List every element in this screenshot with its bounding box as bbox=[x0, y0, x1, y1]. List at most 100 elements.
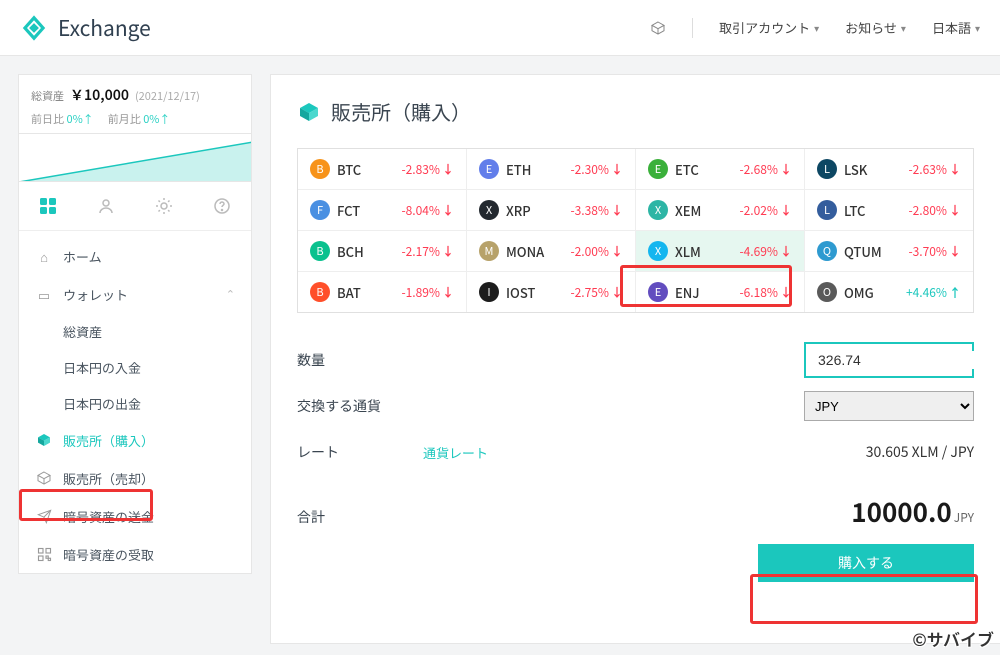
coin-pct: +4.46% ↑ bbox=[906, 284, 961, 301]
coin-pct: -2.30% ↓ bbox=[570, 161, 623, 178]
coin-pct: -4.69% ↓ bbox=[739, 243, 792, 260]
total-value: 10000.0 bbox=[851, 493, 952, 530]
coin-pct: -8.04% ↓ bbox=[401, 202, 454, 219]
summary-graph bbox=[18, 134, 252, 182]
coin-icon: B bbox=[310, 241, 330, 261]
coin-icon: X bbox=[479, 200, 499, 220]
sidebar-item-recv-crypto[interactable]: 暗号資産の受取 bbox=[19, 535, 251, 573]
coin-symbol: BTC bbox=[337, 160, 381, 179]
sidebar-sub-assets[interactable]: 総資産 bbox=[19, 313, 251, 349]
coin-cell-fct[interactable]: F FCT -8.04% ↓ bbox=[298, 190, 467, 231]
cube-outline-icon bbox=[35, 470, 53, 486]
coin-icon: I bbox=[479, 282, 499, 302]
coin-pct: -1.89% ↓ bbox=[401, 284, 454, 301]
coin-icon: M bbox=[479, 241, 499, 261]
lang-menu[interactable]: 日本語▾ bbox=[932, 18, 980, 37]
lang-label: 日本語 bbox=[932, 18, 971, 37]
sidebar-sub-deposit-jpy[interactable]: 日本円の入金 bbox=[19, 349, 251, 385]
cube-icon bbox=[35, 432, 53, 448]
sidebar-item-buy[interactable]: 販売所（購入） bbox=[19, 421, 251, 459]
coin-pct: -2.75% ↓ bbox=[570, 284, 623, 301]
account-label: 取引アカウント bbox=[719, 18, 810, 37]
coin-cell-eth[interactable]: EETH-2.30% ↓ bbox=[467, 149, 636, 190]
summary-label: 総資産 bbox=[31, 88, 64, 104]
qty-field[interactable]: XLM bbox=[804, 342, 974, 378]
chevron-down-icon: ▾ bbox=[814, 20, 819, 35]
coin-pct: -3.38% ↓ bbox=[570, 202, 623, 219]
coin-cell-qtum[interactable]: QQTUM-3.70% ↓ bbox=[805, 231, 973, 272]
coin-icon: F bbox=[310, 200, 330, 220]
sidebar-item-label: ホーム bbox=[63, 247, 102, 266]
tab-help[interactable] bbox=[193, 182, 251, 230]
summary-card: 総資産 ￥10,000 (2021/12/17) 前日比 0%↑ 前月比 0%↑ bbox=[18, 74, 252, 134]
coin-pct: -3.70% ↓ bbox=[908, 243, 961, 260]
coin-cell-mona[interactable]: MMONA-2.00% ↓ bbox=[467, 231, 636, 272]
tab-user[interactable] bbox=[77, 182, 135, 230]
coin-pct: -2.02% ↓ bbox=[739, 202, 792, 219]
coin-cell-bat[interactable]: BBAT-1.89% ↓ bbox=[298, 272, 467, 312]
coin-cell-btc[interactable]: B BTC -2.83% ↓ bbox=[298, 149, 467, 190]
coin-icon: L bbox=[817, 200, 837, 220]
coin-icon: E bbox=[648, 282, 668, 302]
wallet-icon: ▭ bbox=[35, 285, 53, 304]
sidebar: 総資産 ￥10,000 (2021/12/17) 前日比 0%↑ 前月比 0%↑ bbox=[18, 74, 252, 644]
sidebar-item-label: 販売所（売却） bbox=[63, 469, 154, 488]
pair-label: 交換する通貨 bbox=[297, 396, 417, 416]
prev-day-label: 前日比 bbox=[31, 111, 64, 127]
coin-cell-xem[interactable]: XXEM-2.02% ↓ bbox=[636, 190, 805, 231]
rate-value: 30.605 XLM / JPY bbox=[866, 442, 974, 462]
nav-list: ⌂ ホーム ▭ ウォレット ⌃ 総資産 日本円の入金 日本円の出金 bbox=[19, 231, 251, 573]
coin-cell-omg[interactable]: OOMG+4.46% ↑ bbox=[805, 272, 973, 312]
qty-input[interactable] bbox=[816, 351, 1000, 369]
coin-cell-enj[interactable]: EENJ-6.18% ↓ bbox=[636, 272, 805, 312]
tab-settings[interactable] bbox=[135, 182, 193, 230]
coin-symbol: ETC bbox=[675, 160, 719, 179]
cube-icon[interactable] bbox=[650, 20, 666, 36]
help-icon bbox=[213, 197, 231, 215]
notice-menu[interactable]: お知らせ▾ bbox=[845, 18, 906, 37]
summary-date: (2021/12/17) bbox=[135, 88, 200, 104]
sidebar-item-sell[interactable]: 販売所（売却） bbox=[19, 459, 251, 497]
watermark: ©サバイブ bbox=[912, 626, 994, 651]
main-panel: 販売所（購入） BBTC-2.83% ↓EETH-2.30% ↓EETC-2.6… bbox=[270, 74, 1000, 644]
coin-pct: -2.63% ↓ bbox=[908, 161, 961, 178]
coin-cell-xlm[interactable]: XXLM-4.69% ↓ bbox=[636, 231, 805, 272]
coin-symbol: BAT bbox=[337, 283, 381, 302]
rate-link[interactable]: 通貨レート bbox=[423, 443, 488, 462]
sidebar-item-label: 暗号資産の受取 bbox=[63, 545, 154, 564]
coin-cell-lsk[interactable]: LLSK-2.63% ↓ bbox=[805, 149, 973, 190]
sidebar-sub-withdraw-jpy[interactable]: 日本円の出金 bbox=[19, 385, 251, 421]
separator bbox=[692, 18, 693, 38]
sidebar-item-label: ウォレット bbox=[63, 285, 128, 304]
coin-pct: -2.68% ↓ bbox=[739, 161, 792, 178]
coin-pct: -2.80% ↓ bbox=[908, 202, 961, 219]
prev-month-pct: 0%↑ bbox=[143, 111, 170, 127]
coin-cell-etc[interactable]: EETC-2.68% ↓ bbox=[636, 149, 805, 190]
coin-icon: X bbox=[648, 200, 668, 220]
buy-button[interactable]: 購入する bbox=[758, 544, 974, 582]
coin-icon: B bbox=[310, 159, 330, 179]
coin-icon: E bbox=[479, 159, 499, 179]
buy-form: 数量 XLM 交換する通貨 JPY bbox=[297, 337, 974, 582]
cube-icon bbox=[297, 100, 321, 124]
coin-symbol: FCT bbox=[337, 201, 381, 220]
account-menu[interactable]: 取引アカウント ▾ bbox=[719, 18, 819, 37]
coin-cell-bch[interactable]: BBCH-2.17% ↓ bbox=[298, 231, 467, 272]
gear-icon bbox=[155, 197, 173, 215]
sidebar-item-home[interactable]: ⌂ ホーム bbox=[19, 237, 251, 275]
user-icon bbox=[97, 197, 115, 215]
sidebar-item-wallet[interactable]: ▭ ウォレット ⌃ bbox=[19, 275, 251, 313]
coin-cell-ltc[interactable]: LLTC-2.80% ↓ bbox=[805, 190, 973, 231]
coin-pct: -2.83% ↓ bbox=[401, 161, 454, 178]
coin-icon: O bbox=[817, 282, 837, 302]
sidebar-item-send-crypto[interactable]: 暗号資産の送金 bbox=[19, 497, 251, 535]
coin-symbol: IOST bbox=[506, 283, 550, 302]
coin-cell-xrp[interactable]: XXRP-3.38% ↓ bbox=[467, 190, 636, 231]
coin-pct: -2.17% ↓ bbox=[401, 243, 454, 260]
nav-tabs bbox=[19, 182, 251, 231]
sidebar-item-label: 販売所（購入） bbox=[63, 431, 154, 450]
pair-select[interactable]: JPY bbox=[804, 391, 974, 421]
coin-cell-iost[interactable]: I IOST -2.75% ↓ bbox=[467, 272, 636, 312]
qty-label: 数量 bbox=[297, 350, 417, 370]
tab-apps[interactable] bbox=[19, 182, 77, 230]
